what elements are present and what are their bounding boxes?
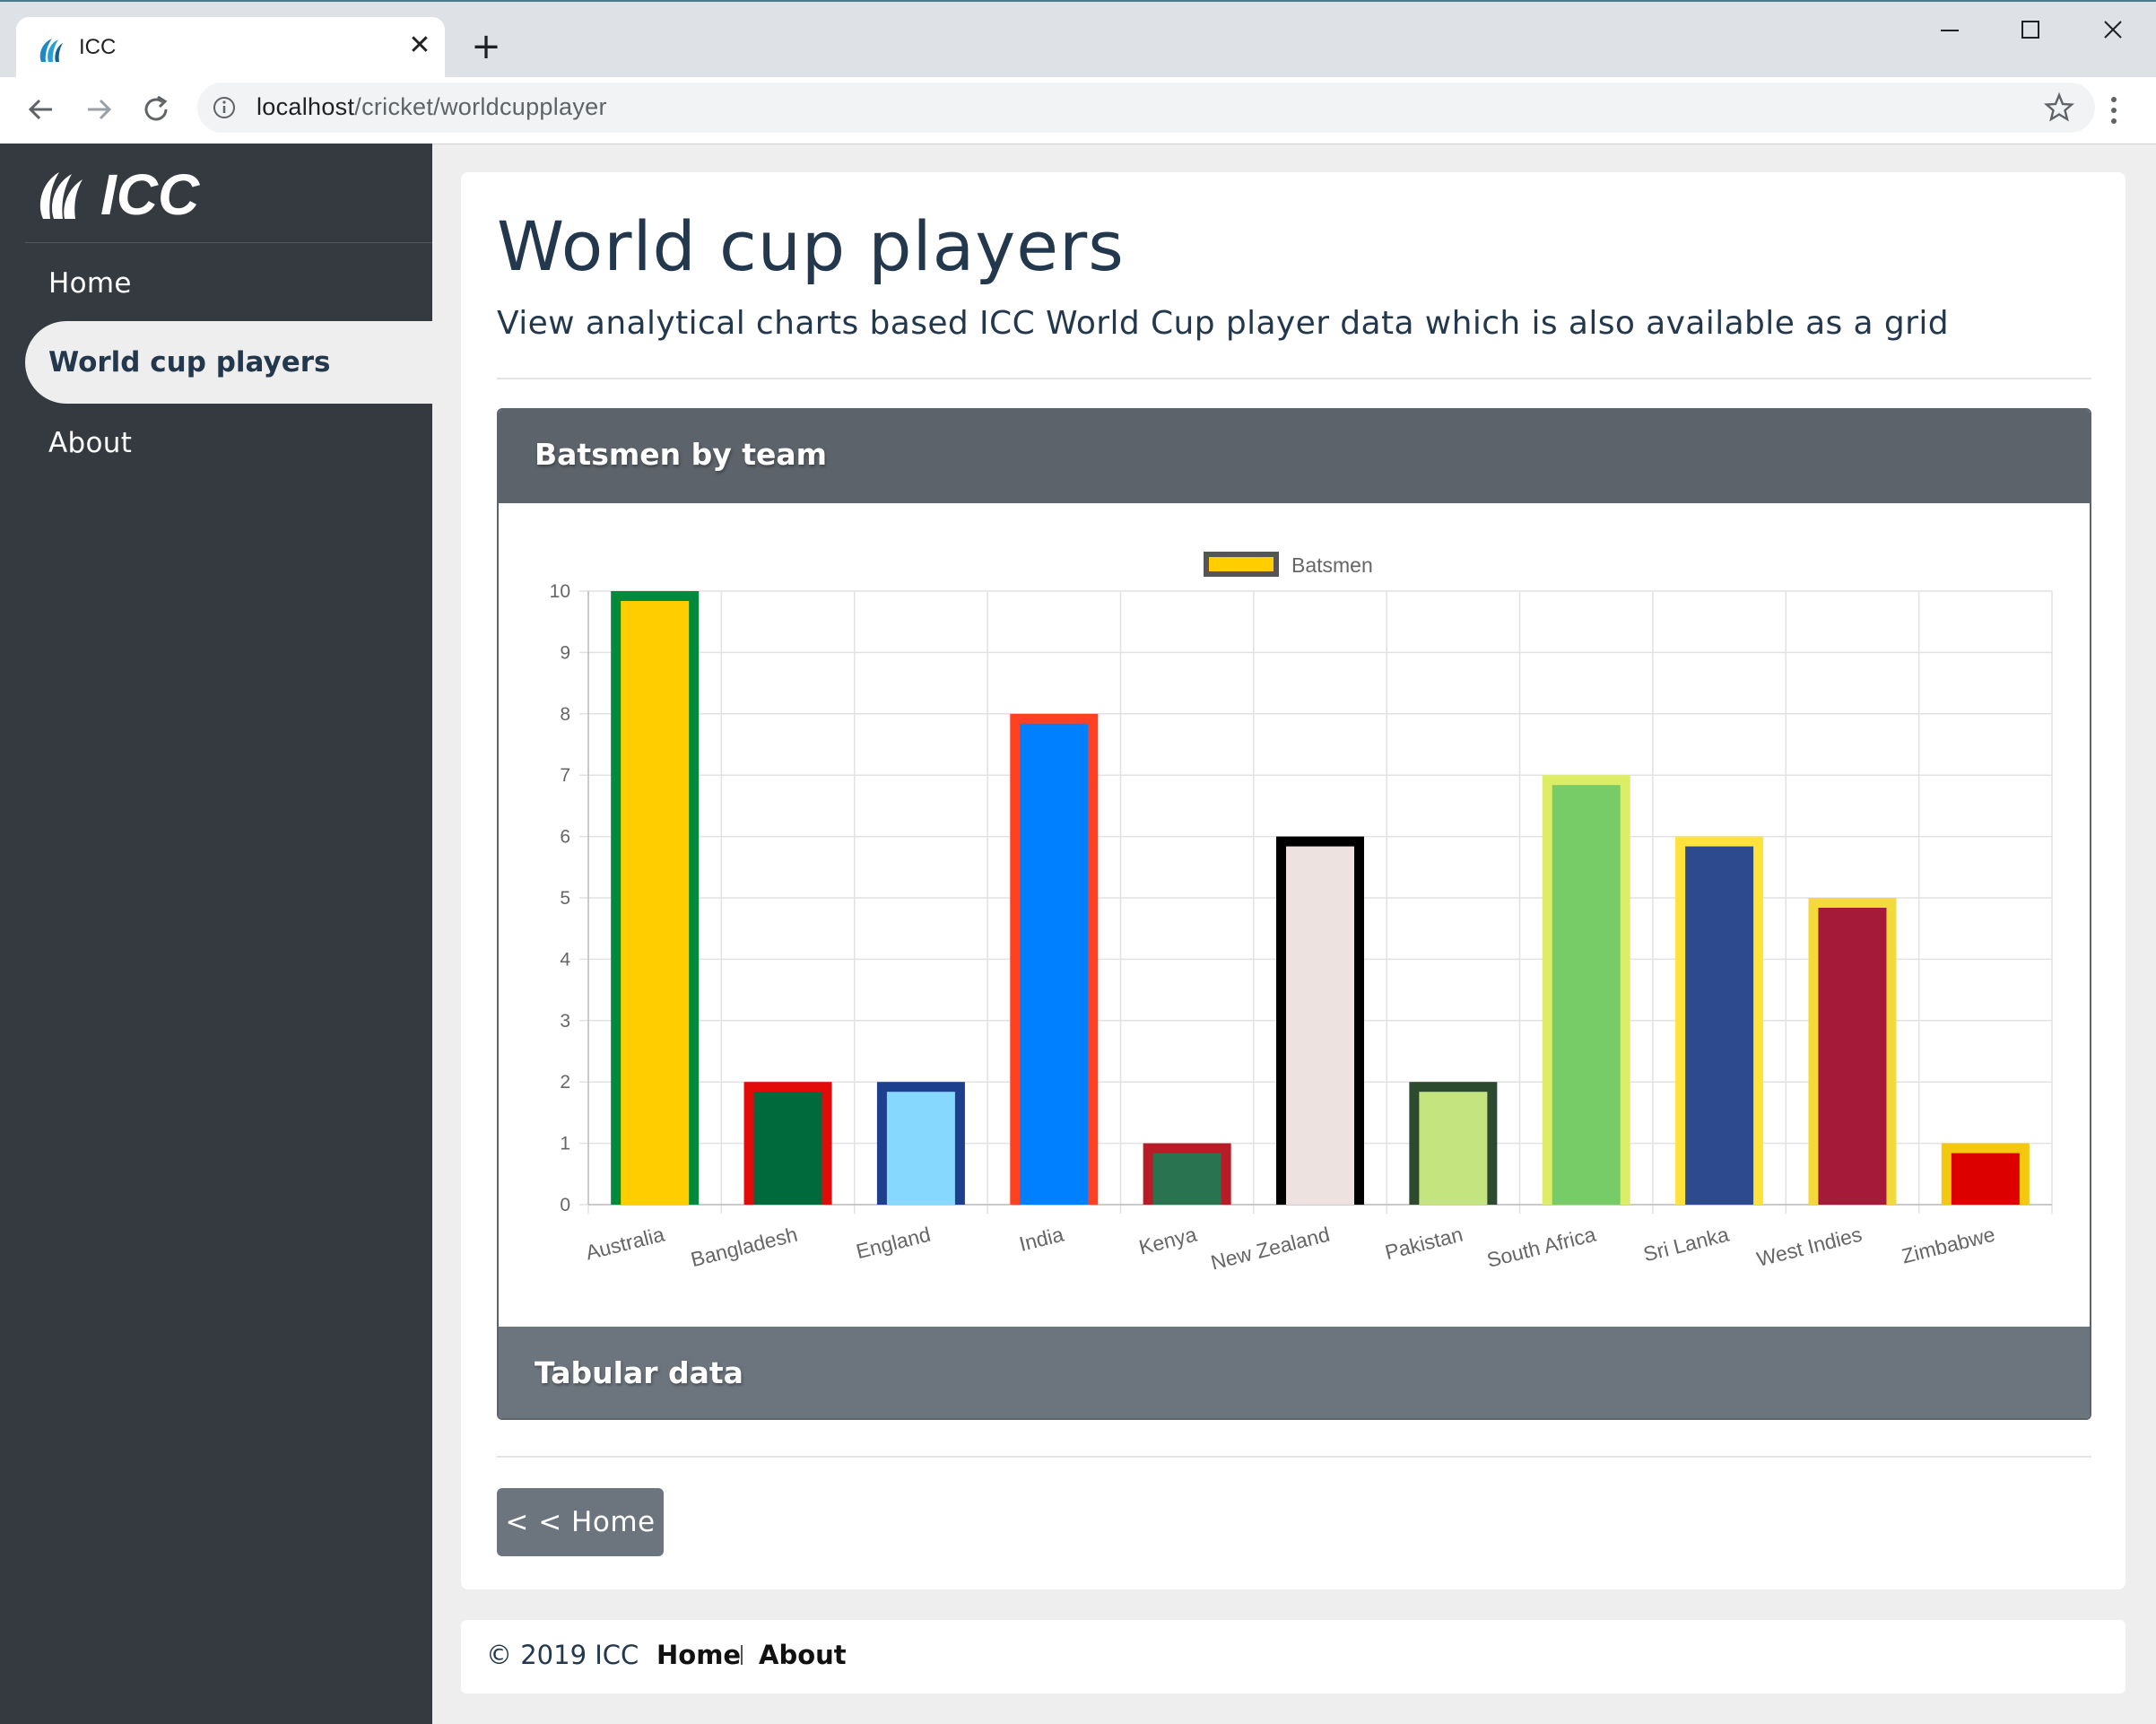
- back-arrow-icon[interactable]: [23, 91, 59, 127]
- bar: [1818, 908, 1887, 1205]
- x-tick-label: India: [1017, 1223, 1066, 1256]
- y-tick-label: 1: [560, 1134, 570, 1154]
- url-host: localhost: [256, 93, 355, 120]
- close-window-icon[interactable]: [2086, 11, 2140, 50]
- new-tab-icon[interactable]: +: [466, 27, 506, 66]
- divider: [497, 378, 2091, 379]
- main-card: World cup players View analytical charts…: [461, 172, 2126, 1589]
- chart-panel-header: Batsmen by team: [499, 410, 2090, 503]
- x-tick-label: Australia: [583, 1223, 666, 1265]
- x-tick-label: West Indies: [1754, 1223, 1864, 1271]
- legend-label: Batsmen: [1291, 553, 1373, 577]
- browser-tab[interactable]: ICC ✕: [16, 17, 445, 79]
- bar: [1685, 846, 1754, 1205]
- url-path: /cricket/worldcupplayer: [354, 93, 607, 120]
- chart-area: 0 1 2 3 4 5 6 7 8 9 10 Australia Bangladesh England In…: [499, 503, 2090, 1332]
- y-tick-label: 10: [550, 581, 570, 602]
- forward-arrow-icon[interactable]: [81, 91, 117, 127]
- tab-title: ICC: [79, 35, 117, 59]
- sidebar: ICC Home World cup players About: [0, 144, 432, 1724]
- icc-logo-icon: [39, 172, 83, 219]
- page-footer: © 2019 ICC Home About: [461, 1620, 2126, 1694]
- y-tick-label: 2: [560, 1072, 570, 1093]
- bar: [1951, 1153, 2020, 1205]
- tab-close-icon[interactable]: ✕: [404, 30, 436, 62]
- y-tick-label: 7: [560, 765, 570, 786]
- footer-separator: [741, 1645, 743, 1665]
- footer-link-home[interactable]: Home: [656, 1640, 741, 1670]
- site-info-icon[interactable]: [212, 95, 237, 120]
- batsmen-bar-chart: 0 1 2 3 4 5 6 7 8 9 10 Australia Bangladesh England In…: [550, 552, 2053, 1275]
- url-text[interactable]: localhost/cricket/worldcupplayer: [256, 93, 607, 121]
- chart-panel: Batsmen by team 0 1 2 3 4 5 6 7 8 9 10 Australia Ban…: [497, 408, 2091, 1420]
- x-tick-label: England: [854, 1223, 933, 1264]
- page-subtitle: View analytical charts based ICC World C…: [497, 305, 1949, 342]
- x-tick-label: Pakistan: [1383, 1223, 1465, 1265]
- y-tick-label: 3: [560, 1011, 570, 1032]
- bar: [621, 601, 690, 1205]
- x-tick-label: Sri Lanka: [1641, 1223, 1732, 1267]
- divider: [497, 1456, 2091, 1458]
- tabular-data-title: Tabular data: [535, 1355, 743, 1390]
- bar: [1020, 723, 1089, 1205]
- brand-name: ICC: [100, 162, 200, 227]
- icc-favicon-icon: [39, 39, 63, 62]
- browser-toolbar: localhost/cricket/worldcupplayer: [0, 77, 2156, 144]
- chart-panel-title: Batsmen by team: [535, 437, 828, 472]
- bar: [753, 1092, 822, 1205]
- sidebar-item-about[interactable]: About: [25, 402, 432, 484]
- address-bar[interactable]: localhost/cricket/worldcupplayer: [197, 83, 2095, 133]
- x-tick-label: New Zealand: [1208, 1223, 1332, 1275]
- tabular-data-header[interactable]: Tabular data: [499, 1327, 2090, 1418]
- footer-copyright: © 2019 ICC: [486, 1640, 639, 1670]
- sidebar-item-world-cup-players[interactable]: World cup players: [25, 321, 432, 404]
- maximize-icon[interactable]: [2004, 11, 2057, 50]
- x-tick-label: Zimbabwe: [1900, 1223, 1997, 1268]
- x-tick-label: Bangladesh: [689, 1223, 800, 1272]
- reload-icon[interactable]: [138, 91, 174, 127]
- y-tick-label: 0: [560, 1195, 570, 1215]
- y-tick-label: 6: [560, 827, 570, 848]
- footer-link-about[interactable]: About: [759, 1640, 847, 1670]
- sidebar-item-home[interactable]: Home: [25, 242, 432, 325]
- minimize-icon[interactable]: [1923, 11, 1977, 50]
- x-tick-label: Kenya: [1136, 1223, 1199, 1259]
- browser-tab-strip: ICC ✕ +: [0, 0, 2156, 79]
- y-tick-label: 9: [560, 642, 570, 663]
- bar: [1286, 846, 1354, 1205]
- y-tick-label: 5: [560, 888, 570, 909]
- bar: [1419, 1092, 1488, 1205]
- home-button[interactable]: < < Home: [497, 1488, 664, 1556]
- y-tick-label: 4: [560, 949, 570, 970]
- y-tick-label: 8: [560, 704, 570, 725]
- bar: [886, 1092, 955, 1205]
- x-tick-label: South Africa: [1484, 1223, 1598, 1272]
- browser-menu-icon[interactable]: [2100, 95, 2127, 126]
- bar: [1552, 785, 1621, 1205]
- bookmark-star-icon[interactable]: [2043, 91, 2075, 124]
- page-title: World cup players: [497, 206, 1125, 286]
- legend-swatch: [1209, 557, 1274, 571]
- bar: [1152, 1153, 1221, 1205]
